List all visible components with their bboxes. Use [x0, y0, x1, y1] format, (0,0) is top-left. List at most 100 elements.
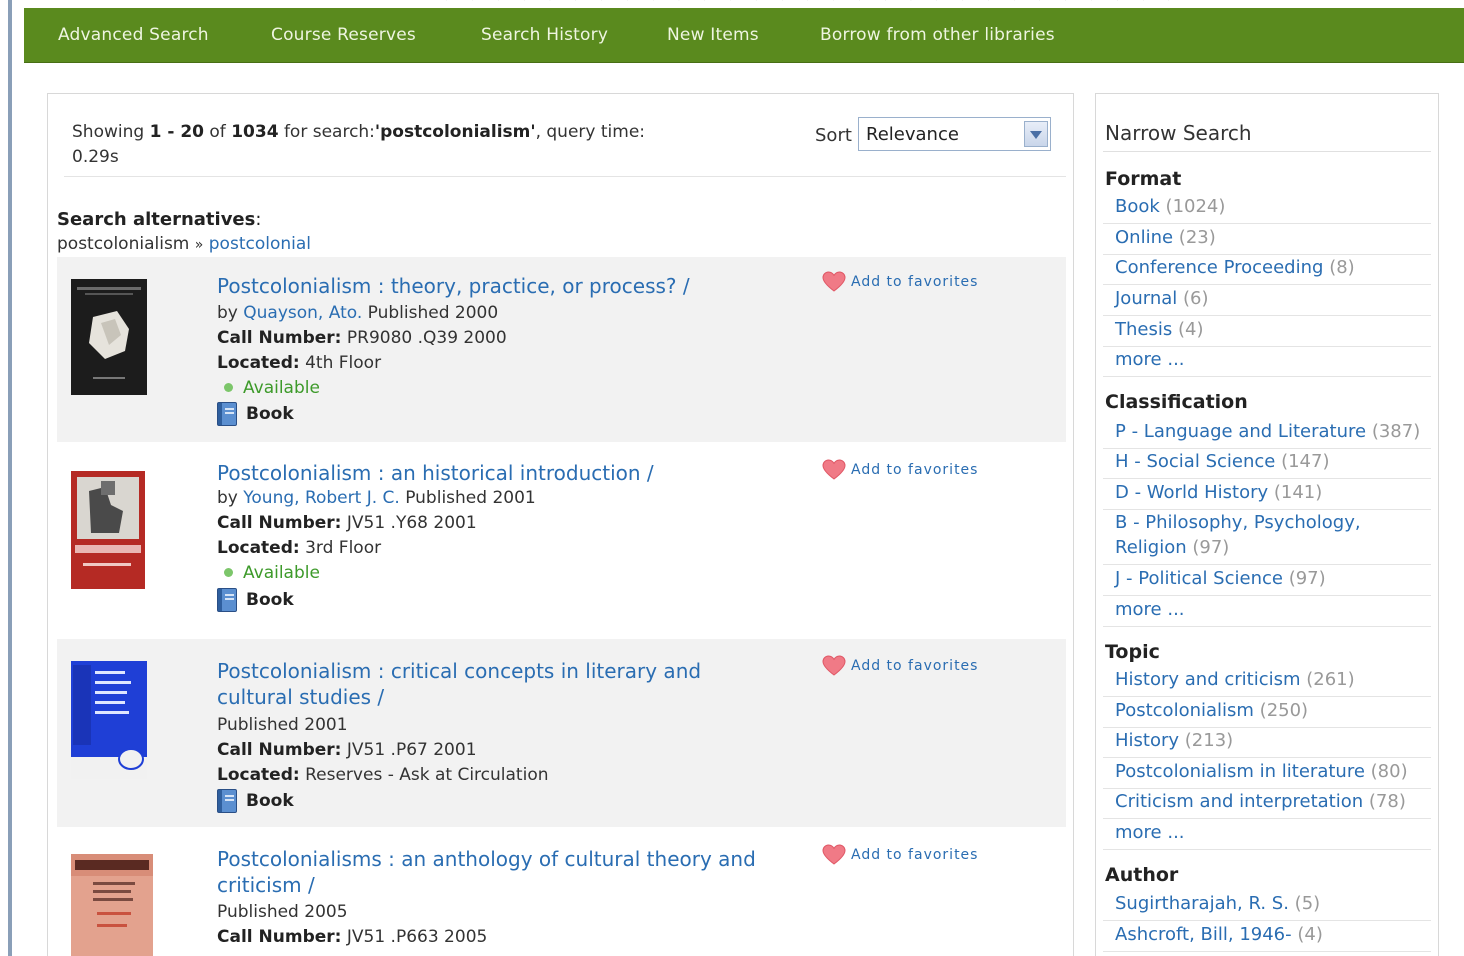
result-record: Postcolonialism : critical concepts in l…	[57, 639, 1066, 827]
facet-item-format[interactable]: Book (1024)	[1103, 192, 1431, 224]
results-panel: Showing 1 - 20 of 1034 for search:'postc…	[47, 93, 1074, 956]
nav-new-items[interactable]: New Items	[667, 25, 759, 45]
heart-icon	[822, 271, 846, 292]
facet-item-format[interactable]: Thesis (4)	[1103, 315, 1431, 347]
of-label: of	[209, 122, 226, 142]
nav-borrow-other-libraries[interactable]: Borrow from other libraries	[820, 25, 1055, 45]
facet-item-format[interactable]: Conference Proceeding (8)	[1103, 253, 1431, 285]
record-location: Located: 4th Floor	[217, 353, 382, 373]
record-author-line: by Quayson, Ato. Published 2000	[217, 303, 499, 323]
search-alternatives-title: Search alternatives:	[57, 209, 262, 230]
book-cover-image[interactable]	[71, 279, 147, 395]
facet-item-classification[interactable]: P - Language and Literature (387)	[1103, 417, 1431, 449]
facet-title-topic: Topic	[1105, 641, 1160, 663]
record-published: Published 2001	[217, 715, 348, 735]
facet-item-topic[interactable]: Postcolonialism (250)	[1103, 696, 1431, 728]
record-author-link[interactable]: Quayson, Ato.	[243, 303, 362, 323]
header-divider	[64, 176, 1066, 177]
chevron-down-icon[interactable]	[1024, 121, 1048, 147]
result-record: Postcolonialism : an historical introduc…	[57, 447, 1066, 632]
book-icon	[217, 402, 237, 426]
query-time-label: , query time:	[535, 122, 645, 142]
range-end: 20	[180, 122, 204, 142]
facet-item-classification[interactable]: B - Philosophy, Psychology, Religion (97…	[1103, 508, 1431, 565]
alternative-arrow: »	[194, 237, 204, 253]
record-published: Published 2001	[405, 488, 536, 508]
record-status: Available	[217, 563, 320, 583]
record-call-number: Call Number: JV51 .P67 2001	[217, 740, 477, 760]
add-to-favorites-link[interactable]: Add to favorites	[822, 271, 978, 293]
add-to-favorites-link[interactable]: Add to favorites	[822, 844, 978, 866]
facet-title-author: Author	[1105, 864, 1179, 886]
alternative-link[interactable]: postcolonial	[209, 234, 311, 254]
facet-item-topic[interactable]: History (213)	[1103, 726, 1431, 758]
record-call-number: Call Number: JV51 .P663 2005	[217, 927, 488, 947]
result-record: Postcolonialisms : an anthology of cultu…	[57, 834, 1066, 956]
alternative-from: postcolonialism	[57, 234, 190, 254]
record-status: Available	[217, 378, 320, 398]
available-dot-icon	[224, 568, 233, 577]
sort-selected-value: Relevance	[866, 124, 959, 145]
record-call-number: Call Number: JV51 .Y68 2001	[217, 513, 477, 533]
for-search-label: for search:	[283, 122, 375, 142]
record-format: Book	[217, 789, 294, 813]
sort-select[interactable]: Relevance	[858, 117, 1051, 151]
facet-more-classification[interactable]: more ...	[1103, 595, 1431, 627]
add-to-favorites-link[interactable]: Add to favorites	[822, 459, 978, 481]
facet-more-topic[interactable]: more ...	[1103, 818, 1431, 850]
page-title-cut: ~~~~~~~~~~~~~~~~~~~~~~~~~~~~~	[24, 0, 1464, 8]
sidebar-title-divider	[1103, 151, 1431, 152]
search-alternatives-line: postcolonialism » postcolonial	[57, 234, 311, 254]
book-cover-image[interactable]	[71, 471, 145, 589]
record-published: Published 2000	[367, 303, 499, 323]
heart-icon	[822, 655, 846, 676]
record-call-number: Call Number: PR9080 .Q39 2000	[217, 328, 507, 348]
facet-item-author[interactable]: Ashcroft, Bill, 1946- (4)	[1103, 920, 1431, 952]
window-left-border	[0, 0, 24, 956]
query-time: 0.29s	[72, 147, 119, 167]
book-icon	[217, 588, 237, 612]
record-format: Book	[217, 402, 294, 426]
nav-course-reserves[interactable]: Course Reserves	[271, 25, 416, 45]
showing-label: Showing	[72, 122, 145, 142]
facet-item-format[interactable]: Journal (6)	[1103, 284, 1431, 316]
record-title-link[interactable]: Postcolonialism : critical concepts in l…	[217, 658, 777, 710]
facet-item-format[interactable]: Online (23)	[1103, 223, 1431, 255]
add-to-favorites-link[interactable]: Add to favorites	[822, 655, 978, 677]
top-navbar: Advanced Search Course Reserves Search H…	[24, 8, 1464, 63]
facet-item-classification[interactable]: D - World History (141)	[1103, 478, 1431, 510]
sort-label: Sort	[815, 125, 852, 146]
nav-advanced-search[interactable]: Advanced Search	[58, 25, 209, 45]
nav-search-history[interactable]: Search History	[481, 25, 608, 45]
book-icon	[217, 789, 237, 813]
range-start: 1	[149, 122, 162, 142]
record-title-link[interactable]: Postcolonialism : theory, practice, or p…	[217, 273, 777, 299]
facet-item-classification[interactable]: J - Political Science (97)	[1103, 564, 1431, 596]
record-published: Published 2005	[217, 902, 348, 922]
record-author-link[interactable]: Young, Robert J. C.	[243, 488, 400, 508]
result-record: Postcolonialism : theory, practice, or p…	[57, 257, 1066, 442]
facet-more-format[interactable]: more ...	[1103, 345, 1431, 377]
results-summary: Showing 1 - 20 of 1034 for search:'postc…	[72, 120, 672, 170]
facet-item-author[interactable]: Sugirtharajah, R. S. (5)	[1103, 889, 1431, 921]
facet-item-topic[interactable]: Criticism and interpretation (78)	[1103, 787, 1431, 819]
narrow-search-sidebar: Narrow Search Format Book (1024) Online …	[1095, 93, 1439, 956]
facet-item-topic[interactable]: History and criticism (261)	[1103, 665, 1431, 697]
record-title-link[interactable]: Postcolonialisms : an anthology of cultu…	[217, 846, 777, 898]
book-cover-image[interactable]	[71, 661, 147, 779]
facet-title-classification: Classification	[1105, 391, 1248, 413]
book-cover-image[interactable]	[71, 854, 153, 956]
search-query: 'postcolonialism'	[374, 122, 536, 142]
record-title-link[interactable]: Postcolonialism : an historical introduc…	[217, 460, 777, 486]
range-sep: -	[161, 122, 181, 142]
available-dot-icon	[224, 383, 233, 392]
record-location: Located: 3rd Floor	[217, 538, 382, 558]
results-total: 1034	[231, 122, 279, 142]
sidebar-title: Narrow Search	[1105, 121, 1252, 145]
facet-title-format: Format	[1105, 168, 1182, 190]
facet-item-topic[interactable]: Postcolonialism in literature (80)	[1103, 757, 1431, 789]
facet-item-classification[interactable]: H - Social Science (147)	[1103, 447, 1431, 479]
record-location: Located: Reserves - Ask at Circulation	[217, 765, 549, 785]
record-author-line: by Young, Robert J. C. Published 2001	[217, 488, 536, 508]
heart-icon	[822, 459, 846, 480]
